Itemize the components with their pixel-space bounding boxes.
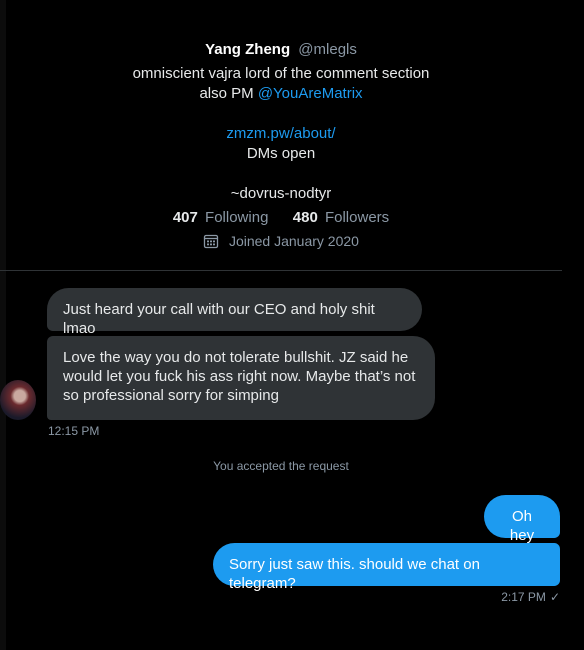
check-icon: ✓ — [549, 590, 560, 604]
incoming-message-bubble[interactable]: Love the way you do not tolerate bullshi… — [47, 336, 435, 420]
following-stat[interactable]: 407 Following — [173, 209, 273, 226]
outgoing-message-bubble[interactable]: Sorry just saw this. should we chat on t… — [213, 543, 560, 592]
outgoing-message-bubble[interactable]: Oh hey — [484, 495, 560, 544]
bio-line-1: omniscient vajra lord of the comment sec… — [132, 65, 430, 82]
profile-name-line: Yang Zheng @mlegls — [0, 41, 562, 58]
dms-status: DMs open — [246, 145, 316, 162]
following-count: 407 — [172, 209, 198, 226]
bio-line-2-prefix: also PM — [199, 85, 254, 102]
joined-date: Joined January 2020 — [228, 233, 359, 249]
outgoing-timestamp-line: 2:17 PM ✓ — [501, 590, 560, 604]
outgoing-timestamp: 2:17 PM — [501, 590, 546, 604]
incoming-timestamp: 12:15 PM — [48, 424, 100, 438]
profile-divider — [0, 270, 562, 271]
followers-count: 480 — [292, 209, 318, 226]
user-handle[interactable]: @mlegls — [298, 41, 357, 58]
bio-line-2: also PM @YouAreMatrix — [0, 85, 562, 102]
sender-avatar[interactable] — [0, 380, 36, 420]
joined-date-line: Joined January 2020 — [0, 233, 562, 252]
following-label: Following — [205, 209, 269, 226]
website-link[interactable]: zmzm.pw/about/ — [226, 125, 335, 142]
website-link-line: zmzm.pw/about/ — [0, 125, 562, 142]
display-name[interactable]: Yang Zheng — [205, 41, 290, 58]
profile-tagline: ~dovrus-nodtyr — [230, 185, 332, 202]
system-message: You accepted the request — [213, 459, 349, 473]
followers-label: Followers — [324, 209, 390, 226]
calendar-icon — [203, 233, 219, 252]
dm-conversation-view: Yang Zheng @mlegls omniscient vajra lord… — [0, 0, 584, 650]
bio-mention-link[interactable]: @YouAreMatrix — [258, 85, 363, 102]
incoming-message-bubble[interactable]: Just heard your call with our CEO and ho… — [47, 288, 422, 337]
followers-stat[interactable]: 480 Followers — [293, 209, 389, 226]
follow-stats: 407 Following 480 Followers — [0, 209, 562, 226]
